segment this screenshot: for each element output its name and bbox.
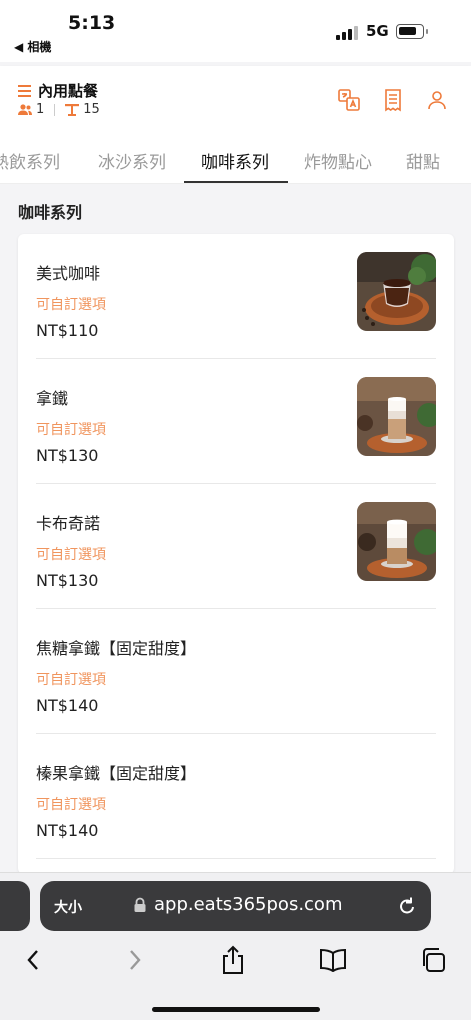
latte-photo[interactable] bbox=[357, 377, 436, 456]
menu-item-list: 美式咖啡 可自訂選項 NT$110 拿鐵 可自訂選項 NT$130 卡布奇諾 可… bbox=[18, 234, 454, 874]
user-icon[interactable] bbox=[425, 88, 449, 112]
table-icon bbox=[65, 103, 80, 116]
translate-icon[interactable] bbox=[337, 88, 361, 112]
guests-icon bbox=[18, 103, 32, 115]
active-tab-indicator bbox=[184, 181, 288, 183]
item-customizable-label: 可自訂選項 bbox=[36, 422, 106, 438]
menu-item[interactable]: 榛果拿鐵【固定甜度】 可自訂選項 NT$140 bbox=[36, 734, 436, 859]
item-name: 拿鐵 bbox=[36, 389, 69, 408]
item-name: 卡布奇諾 bbox=[36, 514, 101, 533]
category-tabs: 熱飲系列 冰沙系列 咖啡系列 炸物點心 甜點 bbox=[0, 134, 471, 184]
previous-tab-peek[interactable] bbox=[0, 881, 30, 931]
tab-coffee[interactable]: 咖啡系列 bbox=[201, 148, 269, 173]
back-to-camera-link[interactable]: ◀ 相機 bbox=[14, 38, 51, 55]
tabs-icon bbox=[423, 948, 445, 972]
menu-item[interactable]: 拿鐵 可自訂選項 NT$130 bbox=[36, 359, 436, 484]
table-info: 1 15 bbox=[18, 102, 100, 117]
chevron-right-icon bbox=[130, 950, 141, 970]
item-name: 榛果拿鐵【固定甜度】 bbox=[36, 764, 197, 783]
lock-icon bbox=[134, 897, 146, 912]
cappuccino-photo[interactable] bbox=[357, 502, 436, 581]
page-title-row[interactable]: 內用點餐 bbox=[18, 80, 98, 101]
forward-button[interactable] bbox=[120, 945, 150, 975]
tab-desserts[interactable]: 甜點 bbox=[406, 148, 440, 173]
section-title: 咖啡系列 bbox=[18, 203, 83, 222]
receipt-icon[interactable] bbox=[381, 88, 405, 112]
battery-icon bbox=[396, 24, 428, 39]
item-name: 焦糖拿鐵【固定甜度】 bbox=[36, 639, 197, 658]
address-bar[interactable]: 大小 app.eats365pos.com bbox=[40, 881, 431, 931]
item-customizable-label: 可自訂選項 bbox=[36, 797, 106, 813]
item-customizable-label: 可自訂選項 bbox=[36, 547, 106, 563]
browser-toolbar: 大小 app.eats365pos.com bbox=[0, 872, 471, 1020]
url-text: app.eats365pos.com bbox=[154, 894, 343, 915]
reload-icon[interactable] bbox=[397, 895, 417, 917]
bookmarks-button[interactable] bbox=[318, 945, 348, 975]
back-button[interactable] bbox=[18, 945, 48, 975]
americano-photo[interactable] bbox=[357, 252, 436, 331]
item-price: NT$110 bbox=[36, 321, 99, 340]
menu-item[interactable]: 美式咖啡 可自訂選項 NT$110 bbox=[36, 234, 436, 359]
item-price: NT$130 bbox=[36, 446, 99, 465]
home-indicator bbox=[152, 1007, 320, 1012]
item-price: NT$140 bbox=[36, 821, 99, 840]
item-price: NT$130 bbox=[36, 571, 99, 590]
item-customizable-label: 可自訂選項 bbox=[36, 672, 106, 688]
status-time: 5:13 bbox=[68, 12, 116, 34]
table-number: 15 bbox=[83, 102, 100, 117]
signal-icon bbox=[336, 24, 358, 40]
menu-item[interactable]: 卡布奇諾 可自訂選項 NT$130 bbox=[36, 484, 436, 609]
menu-icon[interactable] bbox=[18, 84, 32, 98]
network-label: 5G bbox=[366, 22, 389, 40]
page-title: 內用點餐 bbox=[38, 82, 99, 100]
meta-divider bbox=[54, 103, 56, 116]
item-customizable-label: 可自訂選項 bbox=[36, 297, 106, 313]
app-header: 內用點餐 1 15 bbox=[0, 66, 471, 134]
guest-count: 1 bbox=[36, 102, 45, 117]
status-bar: 5:13 ◀ 相機 5G bbox=[0, 0, 471, 62]
item-price: NT$140 bbox=[36, 696, 99, 715]
tab-fried-snacks[interactable]: 炸物點心 bbox=[304, 148, 372, 173]
tabs-button[interactable] bbox=[418, 945, 448, 975]
text-size-button[interactable]: 大小 bbox=[54, 897, 82, 917]
tab-smoothies[interactable]: 冰沙系列 bbox=[98, 148, 166, 173]
share-icon bbox=[223, 945, 243, 974]
menu-item[interactable]: 焦糖拿鐵【固定甜度】 可自訂選項 NT$140 bbox=[36, 609, 436, 734]
chevron-left-icon bbox=[27, 950, 38, 970]
item-name: 美式咖啡 bbox=[36, 264, 101, 283]
share-button[interactable] bbox=[218, 945, 248, 975]
book-icon bbox=[320, 948, 346, 972]
header-actions bbox=[337, 88, 449, 112]
tab-hot-drinks[interactable]: 熱飲系列 bbox=[0, 148, 60, 173]
